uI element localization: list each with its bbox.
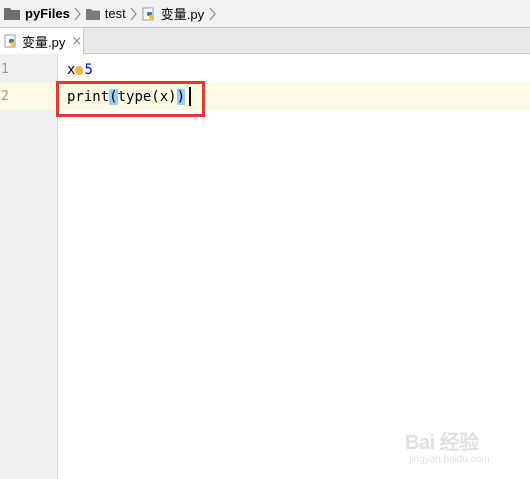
- navigation-bar: pyFiles test 变量.py: [0, 0, 530, 28]
- breadcrumb-project-label: pyFiles: [25, 6, 70, 21]
- chevron-right-icon: [128, 0, 140, 28]
- variable-name: x: [67, 62, 76, 78]
- breadcrumb-folder[interactable]: test: [85, 0, 126, 28]
- chevron-right-icon: [206, 0, 218, 28]
- python-file-icon: [142, 7, 156, 21]
- breadcrumb-folder-label: test: [104, 6, 126, 21]
- folder-icon: [4, 7, 20, 20]
- code-editor[interactable]: [59, 54, 530, 479]
- folder-icon: [85, 8, 100, 20]
- line-number: 2: [1, 89, 9, 104]
- number-literal: 5: [84, 62, 93, 78]
- breadcrumb-file-label: 变量.py: [160, 7, 205, 22]
- lightbulb-icon[interactable]: [75, 66, 84, 75]
- python-file-icon: [4, 34, 18, 48]
- annotation-highlight-box: [56, 81, 205, 117]
- chevron-right-icon: [72, 0, 84, 28]
- tab-file[interactable]: 变量.py ×: [0, 28, 84, 54]
- breadcrumb-file[interactable]: 变量.py: [142, 0, 204, 28]
- tab-label: 变量.py: [22, 34, 66, 50]
- line-number: 1: [1, 62, 9, 77]
- watermark-url: jingyan.baidu.com: [409, 454, 490, 465]
- editor-tabs: 变量.py ×: [0, 28, 530, 54]
- code-line-1[interactable]: x5: [67, 62, 93, 78]
- watermark: Bai 经验 jingyan.baidu.com: [405, 420, 515, 470]
- watermark-brand: Bai 经验: [405, 432, 479, 454]
- breadcrumb-project[interactable]: pyFiles: [0, 0, 70, 28]
- line-number-gutter: [0, 54, 58, 479]
- close-icon[interactable]: ×: [71, 35, 82, 48]
